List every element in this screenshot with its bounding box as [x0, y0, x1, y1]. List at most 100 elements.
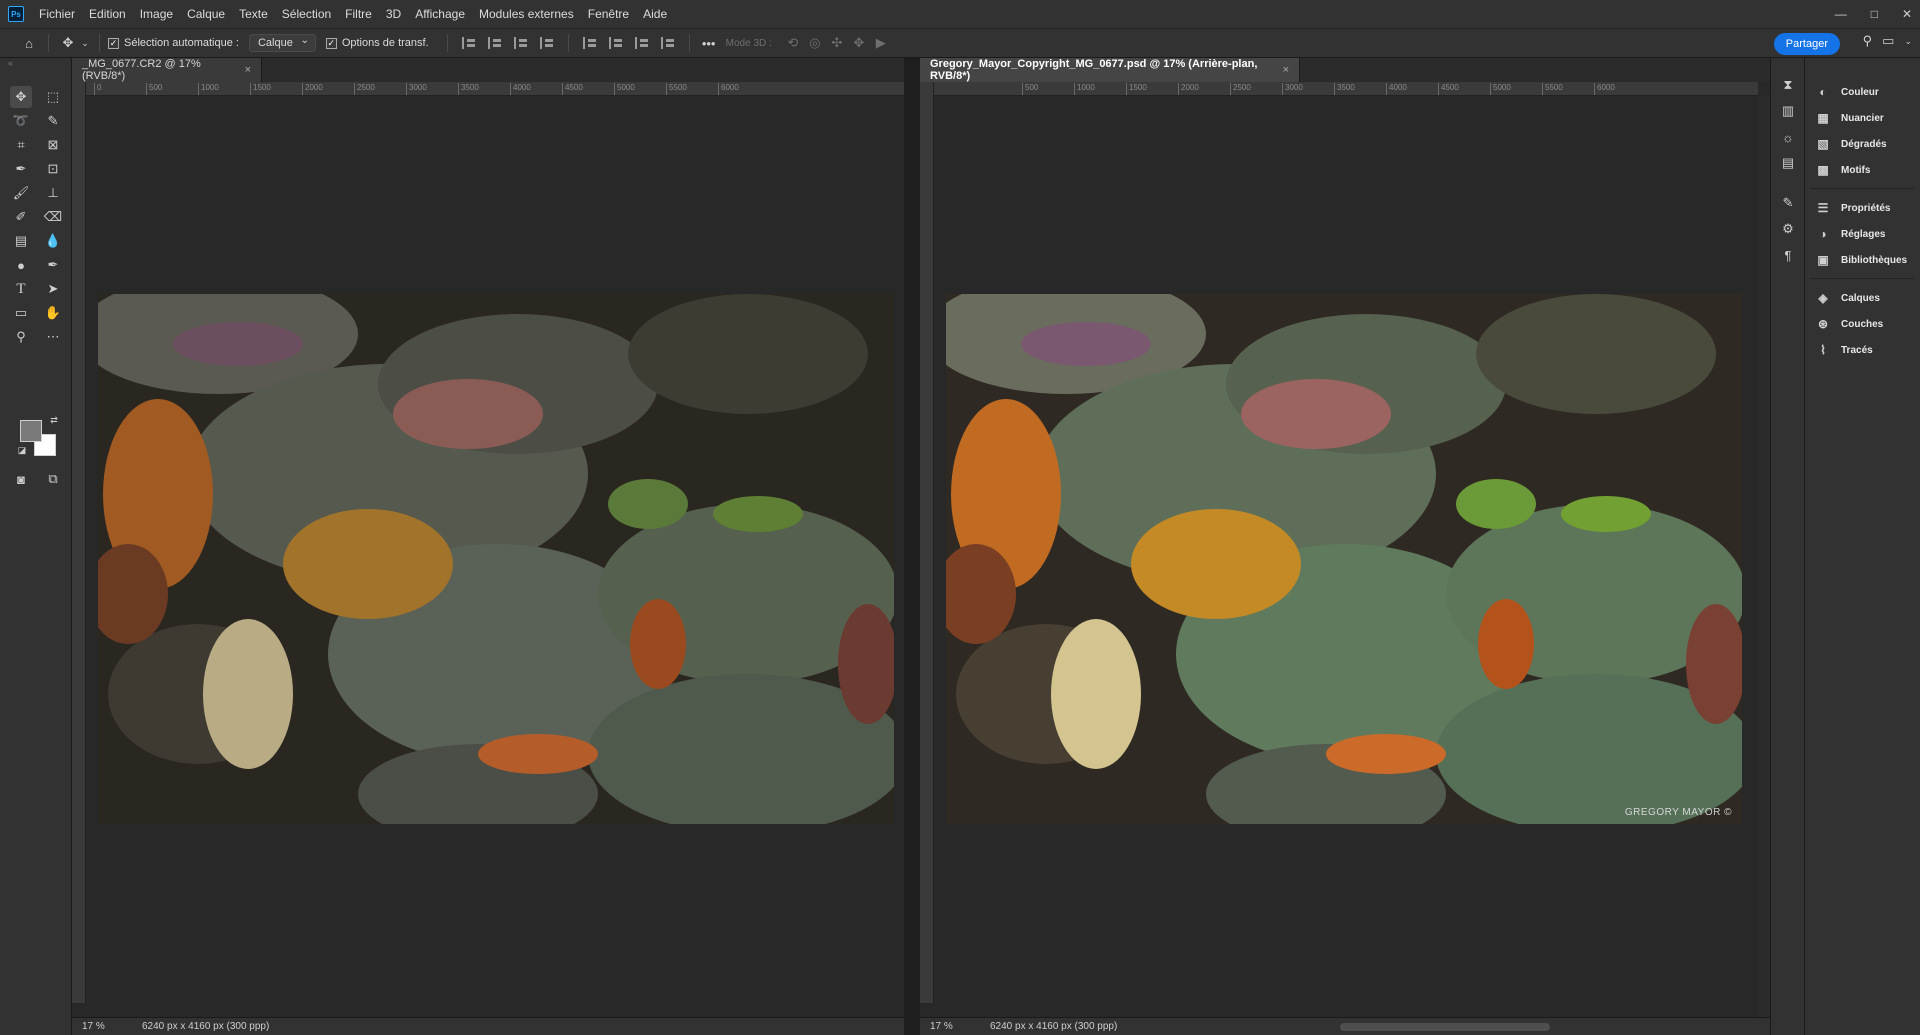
type-tool-icon[interactable]: T — [10, 278, 32, 300]
panel-label: Nuancier — [1841, 112, 1884, 124]
panel-couches[interactable]: ⊛ Couches — [1815, 314, 1883, 334]
zoom-tool-icon[interactable]: ⚲ — [10, 326, 32, 348]
screen-mode-icon[interactable]: ⧉ — [42, 468, 64, 490]
search-icon[interactable]: ⚲ — [1863, 33, 1873, 49]
align-center-h-icon[interactable] — [487, 37, 502, 49]
tab-document-1[interactable]: _MG_0677.CR2 @ 17% (RVB/8*) × — [72, 58, 262, 82]
tab-document-2[interactable]: Gregory_Mayor_Copyright_MG_0677.psd @ 17… — [920, 58, 1300, 82]
path-select-tool-icon[interactable]: ➤ — [42, 278, 64, 300]
menu-aide[interactable]: Aide — [636, 0, 674, 28]
transform-options-checkbox[interactable]: ✓ Options de transf. — [325, 37, 429, 49]
dodge-tool-icon[interactable]: ● — [10, 254, 32, 276]
menu-selection[interactable]: Sélection — [275, 0, 338, 28]
menu-modules-externes[interactable]: Modules externes — [472, 0, 581, 28]
quick-mask-icon[interactable]: ◙ — [10, 468, 32, 490]
gradient-tool-icon[interactable]: ▤ — [10, 230, 32, 252]
share-button[interactable]: Partager — [1773, 33, 1840, 55]
panel-reglages[interactable]: ◑ Réglages — [1815, 224, 1885, 244]
horizontal-scrollbar-thumb[interactable] — [1340, 1023, 1550, 1031]
zoom-level[interactable]: 17 % — [72, 1021, 132, 1032]
history-icon[interactable]: ⧗ — [1779, 76, 1797, 94]
brush-settings-icon[interactable]: ✎ — [1779, 194, 1797, 212]
menu-affichage[interactable]: Affichage — [408, 0, 472, 28]
align-left-icon[interactable] — [461, 37, 476, 49]
move-tool-icon[interactable]: ✥ — [10, 86, 32, 108]
panel-calques[interactable]: ◈ Calques — [1815, 288, 1880, 308]
default-colors-icon[interactable]: ◪ — [16, 444, 28, 456]
paragraph-icon[interactable]: ¶ — [1779, 246, 1797, 264]
panel-bibliotheques[interactable]: ▣ Bibliothèques — [1815, 250, 1907, 270]
home-icon[interactable]: ⌂ — [18, 32, 40, 54]
tab-title: _MG_0677.CR2 @ 17% (RVB/8*) — [82, 58, 201, 82]
close-window-button[interactable]: ✕ — [1902, 7, 1912, 21]
photo-canvas[interactable] — [98, 294, 894, 824]
swap-colors-icon[interactable]: ⇄ — [48, 414, 60, 426]
ruler-tick: 4500 — [562, 83, 583, 95]
minimize-button[interactable]: — — [1835, 7, 1847, 21]
auto-select-checkbox[interactable]: ✓ Sélection automatique : — [108, 37, 239, 49]
lasso-tool-icon[interactable]: ➰ — [10, 110, 32, 132]
eraser-tool-icon[interactable]: ⌫ — [42, 206, 64, 228]
adjust-sun-icon[interactable]: ☼ — [1779, 128, 1797, 146]
menu-fichier[interactable]: Fichier — [32, 0, 82, 28]
blur-tool-icon[interactable]: 💧 — [42, 230, 64, 252]
brush-tool-icon[interactable]: 🖌 — [10, 182, 32, 204]
foreground-color-swatch[interactable] — [20, 420, 42, 442]
menu-image[interactable]: Image — [133, 0, 180, 28]
panel-label: Tracés — [1841, 344, 1873, 356]
align-middle-icon[interactable] — [608, 37, 623, 49]
maximize-button[interactable]: □ — [1871, 7, 1878, 21]
menu-3d[interactable]: 3D — [379, 0, 408, 28]
auto-select-dropdown[interactable]: Calque — [248, 34, 316, 52]
history-brush-tool-icon[interactable]: ✐ — [10, 206, 32, 228]
panel-motifs[interactable]: ▩ Motifs — [1815, 160, 1870, 180]
rectangle-tool-icon[interactable]: ▭ — [10, 302, 32, 324]
menu-fenetre[interactable]: Fenêtre — [581, 0, 636, 28]
stamp-tool-icon[interactable]: ⊥ — [42, 182, 64, 204]
document-info[interactable]: 6240 px x 4160 px (300 ppp) — [980, 1021, 1117, 1032]
marquee-tool-icon[interactable]: ⬚ — [42, 86, 64, 108]
chevron-down-icon[interactable]: ⌄ — [1904, 36, 1912, 47]
menu-calque[interactable]: Calque — [180, 0, 232, 28]
distribute-v-icon[interactable] — [539, 37, 554, 49]
more-options-icon[interactable]: ••• — [698, 32, 720, 54]
eyedropper-tool-icon[interactable]: ✒ — [10, 158, 32, 180]
workspace-icon[interactable]: ▭ — [1882, 33, 1894, 49]
close-tab-icon[interactable]: × — [245, 64, 251, 76]
menu-texte[interactable]: Texte — [232, 0, 275, 28]
histogram-icon[interactable]: ▥ — [1779, 102, 1797, 120]
distribute-h-icon[interactable] — [660, 37, 675, 49]
align-right-icon[interactable] — [513, 37, 528, 49]
more-tools-icon[interactable]: ⋯ — [42, 326, 64, 348]
photo-canvas[interactable]: GREGORY MAYOR © — [946, 294, 1742, 824]
align-top-icon[interactable] — [582, 37, 597, 49]
menu-filtre[interactable]: Filtre — [338, 0, 379, 28]
align-bottom-icon[interactable] — [634, 37, 649, 49]
panel-degrades[interactable]: ▧ Dégradés — [1815, 134, 1886, 154]
menu-edition[interactable]: Edition — [82, 0, 133, 28]
separator — [567, 34, 569, 52]
hand-tool-icon[interactable]: ✋ — [42, 302, 64, 324]
pen-tool-icon[interactable]: ✒ — [42, 254, 64, 276]
vertical-scrollbar[interactable] — [1758, 96, 1770, 1017]
close-tab-icon[interactable]: × — [1283, 64, 1289, 76]
comments-icon[interactable]: ▤ — [1779, 154, 1797, 172]
chevron-down-icon[interactable]: ⌄ — [79, 32, 91, 54]
move-tool-icon[interactable]: ✥ — [57, 32, 79, 54]
zoom-level[interactable]: 17 % — [920, 1021, 980, 1032]
panel-grip-icon[interactable]: « — [0, 58, 71, 72]
panel-traces[interactable]: ⌇ Tracés — [1815, 340, 1873, 360]
quick-select-tool-icon[interactable]: ✎ — [42, 110, 64, 132]
frame-tool-icon[interactable]: ⊠ — [42, 134, 64, 156]
document-info[interactable]: 6240 px x 4160 px (300 ppp) — [132, 1021, 269, 1032]
3d-pan-icon: ✣ — [831, 35, 843, 50]
separator — [688, 34, 690, 52]
crop-tool-icon[interactable]: ⌗ — [10, 134, 32, 156]
panel-couleur[interactable]: ◐ Couleur — [1815, 82, 1878, 102]
separator — [1811, 278, 1914, 279]
panel-proprietes[interactable]: ☰ Propriétés — [1815, 198, 1891, 218]
properties-icon: ☰ — [1817, 201, 1829, 215]
3d-material-tool-icon[interactable]: ⊡ — [42, 158, 64, 180]
tool-presets-icon[interactable]: ⚙ — [1779, 220, 1797, 238]
panel-nuancier[interactable]: ▦ Nuancier — [1815, 108, 1884, 128]
